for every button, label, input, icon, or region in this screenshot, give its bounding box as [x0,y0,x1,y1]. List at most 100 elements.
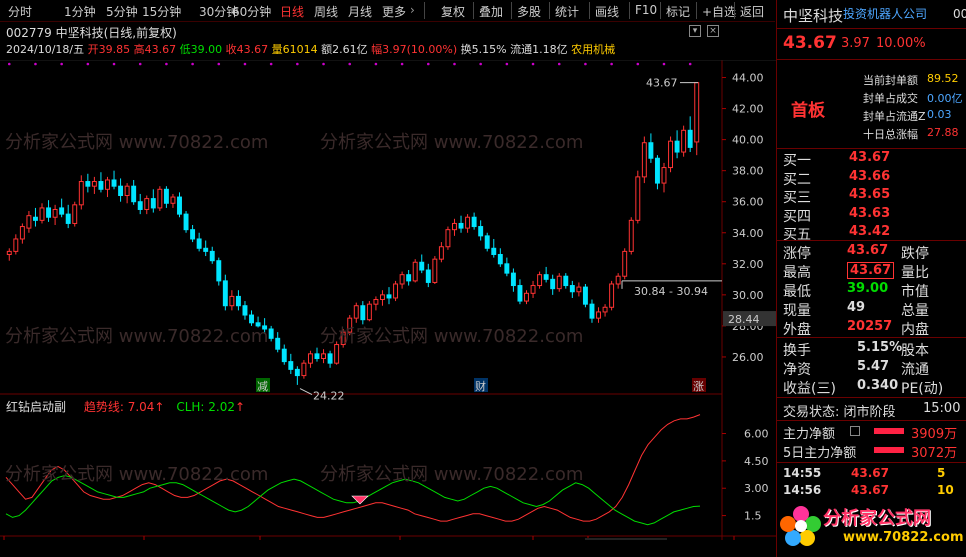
period-tab-3[interactable]: 15分钟 [142,3,181,20]
top-marker-dot [7,62,11,66]
candle-down [550,278,556,290]
indicator-axis-label: 1.5 [744,510,762,523]
main5-flow-label: 5日主力净额 [783,446,857,461]
seal-value: 0.03 [927,108,952,121]
candle-up [19,226,25,240]
chart-close-icon[interactable]: × [707,25,719,37]
price-axis-label: 42.00 [732,103,764,116]
buy-level-price[interactable]: 43.65 [849,187,890,202]
trade-time: 15:00 [923,401,961,416]
stat-label: 涨停 [783,246,811,262]
top-marker-dot [269,62,273,66]
candle-up [609,283,615,308]
seal-value: 27.88 [927,126,959,139]
period-tab-8[interactable]: 月线 [348,3,372,20]
tool-button-1[interactable]: 叠加 [479,3,503,20]
candle-down [118,185,124,197]
time-cursor-bg [585,538,667,540]
candle-up [399,274,405,285]
time-axis-label: 2024年 [6,539,45,540]
candle-up [373,299,379,305]
candle-up [6,250,12,255]
main-flow-value: 3909万 [911,427,958,442]
chart-title: 002779 中坚科技(日线,前复权) [6,26,177,40]
candle-down [589,303,595,319]
tool-button-4[interactable]: 画线 [595,3,619,20]
seal-label: 封单占成交 [863,92,918,105]
top-marker-dot [86,62,90,66]
tool-button-8[interactable]: 返回 [740,3,764,20]
candle-down [543,274,549,280]
last-price-tag-text: 28.44 [728,313,760,326]
candle-down [504,263,510,274]
stat-label-2: 跌停 [901,246,929,262]
candle-down [209,250,215,262]
candle-down [65,213,71,224]
trend-up-arrow-icon: ↑ [154,400,165,414]
buy-level-price[interactable]: 43.66 [849,169,890,184]
stat-label: 最高 [783,265,811,281]
top-marker-dot [662,62,666,66]
fin-label: 收益(三) [783,381,836,397]
candle-down [471,216,477,228]
top-marker-dot [584,62,587,66]
price-axis-label: 40.00 [732,134,764,147]
flow-detail-icon[interactable] [850,426,860,436]
logo-url: www.70822.com [843,530,964,545]
candle-down [563,275,569,287]
candle-up [681,129,687,153]
candle-down [150,198,156,209]
fin-label-2: 流通 [901,362,929,378]
candle-down [569,285,575,293]
more-chevron-icon[interactable]: › [410,3,415,17]
candle-up [615,275,621,285]
chart-settings-icon[interactable]: ▾ [689,25,701,37]
ohlc-sector[interactable]: 农用机械 [571,43,615,56]
candle-down [288,361,294,370]
price-axis-label: 32.00 [732,258,764,271]
tool-button-7[interactable]: +自选 [702,3,736,20]
ohlc-volume: 量61014 [271,43,318,56]
candle-up [445,229,451,248]
period-tab-1[interactable]: 1分钟 [64,3,96,20]
period-tab-0[interactable]: 分时 [8,3,32,20]
buy-level-price[interactable]: 43.42 [849,224,890,239]
candle-down [419,261,425,271]
event-marker-cai: 财 [475,379,486,393]
candle-down [510,272,516,287]
top-marker-dot [60,62,63,66]
period-tab-6[interactable]: 日线 [280,3,304,20]
top-marker-dot [688,62,692,66]
stock-name: 中坚科技 [783,7,844,25]
candle-up [432,258,438,283]
period-tab-2[interactable]: 5分钟 [106,3,138,20]
site-logo: 分析家公式网 www.70822.com [777,500,966,557]
indicator-name[interactable]: 红钻启动副 [6,400,66,414]
period-tab-5[interactable]: 60分钟 [232,3,271,20]
indicator-trend: 趋势线: 7.04 [83,400,155,414]
candle-down [687,129,693,148]
buy-level-price[interactable]: 43.67 [849,150,890,165]
candle-down [406,274,412,282]
candle-down [131,185,137,203]
candle-up [124,185,130,197]
trend-line [5,414,701,522]
buy-level-price[interactable]: 43.63 [849,206,890,221]
tool-button-3[interactable]: 统计 [555,3,579,20]
fin-value: 5.47 [857,359,890,374]
tool-button-5[interactable]: F10 [635,3,657,17]
tool-button-2[interactable]: 多股 [517,3,541,20]
buy-level-label: 买四 [783,208,811,225]
time-axis-label: 日线 [736,539,758,540]
tool-button-0[interactable]: 复权 [441,3,465,20]
kline-chart[interactable]: 44.00 42.00 40.00 38.00 36.00 34.00 32.00 30.00… [0,60,776,540]
main5-flow-bar [874,447,904,453]
top-marker-dot [557,62,561,66]
concept-link[interactable]: 投资机器人公司 [843,5,927,22]
period-tab-7[interactable]: 周线 [314,3,338,20]
price-pct: 10.00% [876,36,926,51]
candle-up [78,181,84,206]
candle-down [262,325,268,330]
period-tab-9[interactable]: 更多 [382,3,406,20]
tool-button-6[interactable]: 标记 [666,3,690,20]
